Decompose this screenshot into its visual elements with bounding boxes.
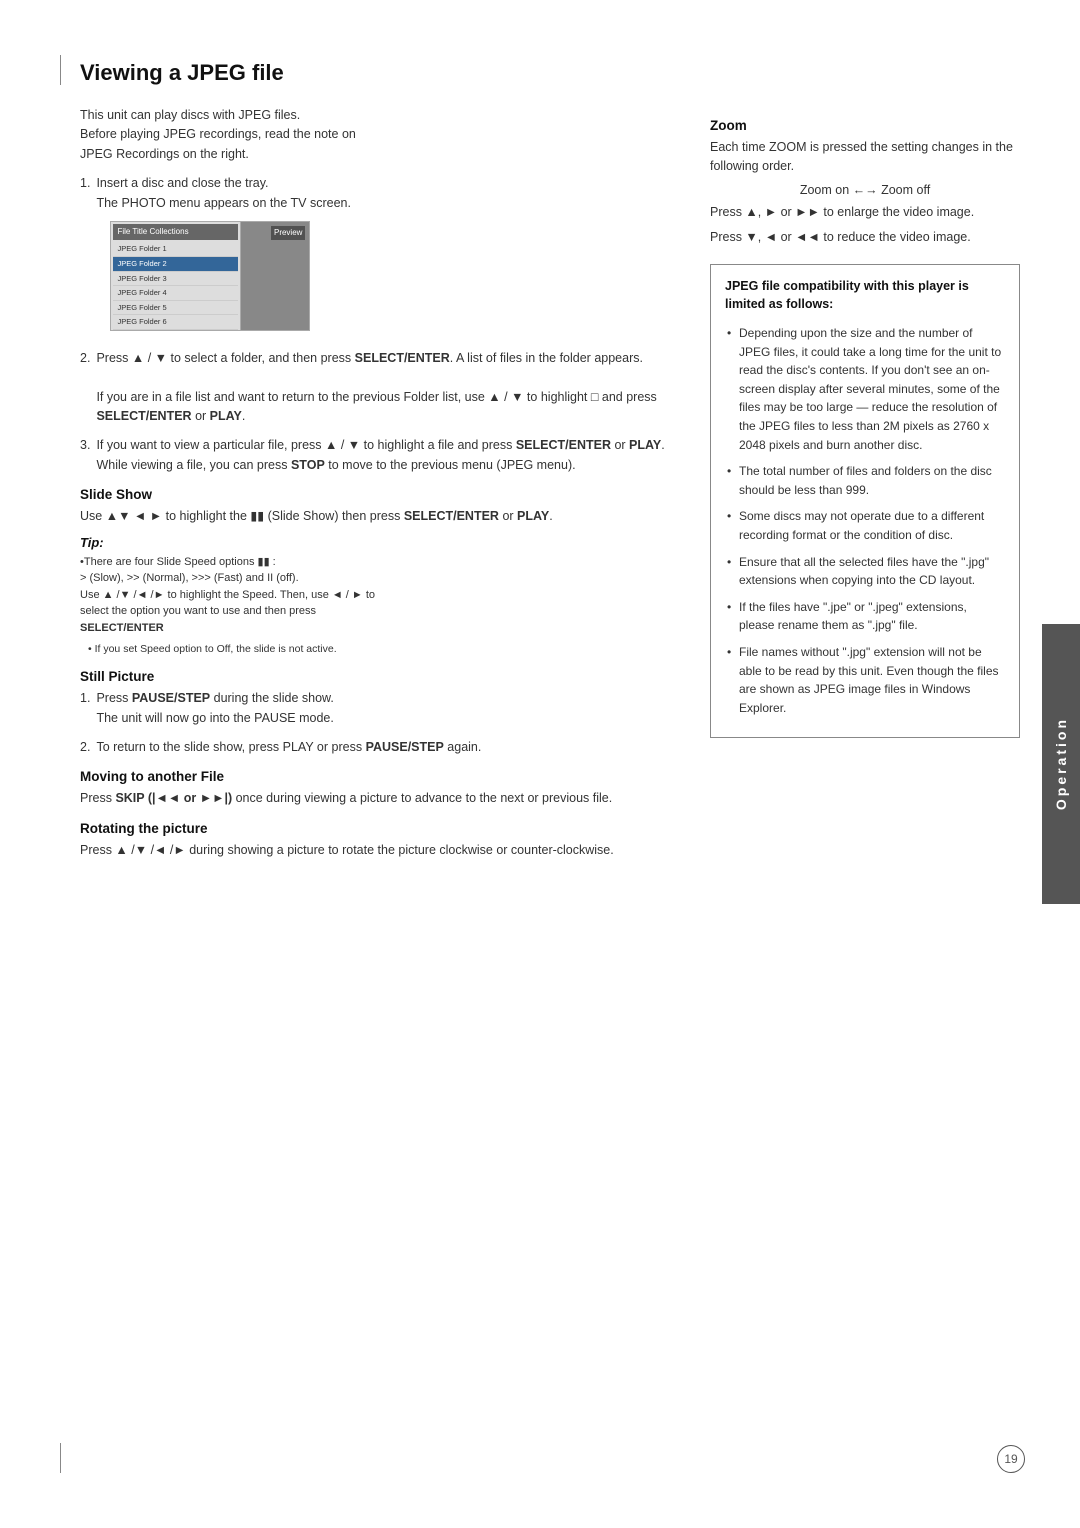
still-step-1: 1. Press PAUSE/STEP during the slide sho…: [80, 689, 674, 728]
compat-bullet-2: The total number of files and folders on…: [725, 462, 1005, 499]
zoom-press2: Press ▼, ◄ or ◄◄ to reduce the video ima…: [710, 228, 1020, 247]
step-2-num: 2.: [80, 349, 90, 427]
still-step-1-num: 1.: [80, 689, 90, 728]
screenshot-mock: File Title Collections JPEG Folder 1 JPE…: [110, 221, 310, 331]
slide-show-heading: Slide Show: [80, 487, 674, 502]
zoom-arrow-line: Zoom on ←→ Zoom off: [710, 183, 1020, 197]
screenshot-row-1: JPEG Folder 1: [113, 242, 238, 257]
compat-bullet-6: File names without ".jpg" extension will…: [725, 643, 1005, 717]
compat-bullet-list: Depending upon the size and the number o…: [725, 324, 1005, 717]
compat-box: JPEG file compatibility with this player…: [710, 264, 1020, 739]
step-2: 2. Press ▲ / ▼ to select a folder, and t…: [80, 349, 674, 427]
page-container: Operation 19 Viewing a JPEG file This un…: [0, 0, 1080, 1528]
content-area: This unit can play discs with JPEG files…: [80, 106, 1020, 866]
compat-bullet-3: Some discs may not operate due to a diff…: [725, 507, 1005, 544]
rotating-heading: Rotating the picture: [80, 821, 674, 836]
still-step-2: 2. To return to the slide show, press PL…: [80, 738, 674, 757]
tip-line1: •There are four Slide Speed options ▮▮ :: [80, 556, 276, 568]
step-3-content: If you want to view a particular file, p…: [96, 436, 674, 475]
zoom-intro: Each time ZOOM is pressed the setting ch…: [710, 138, 1020, 177]
still-step-1-content: Press PAUSE/STEP during the slide show. …: [96, 689, 674, 728]
step-1-sub: The PHOTO menu appears on the TV screen.: [96, 196, 351, 210]
right-column: Zoom Each time ZOOM is pressed the setti…: [710, 106, 1020, 866]
side-tab: Operation: [1042, 624, 1080, 904]
screenshot-row-3: JPEG Folder 3: [113, 272, 238, 287]
preview-label: Preview: [271, 226, 305, 240]
screenshot-header: File Title Collections: [113, 224, 238, 240]
zoom-press1: Press ▲, ► or ►► to enlarge the video im…: [710, 203, 1020, 222]
rotating-body: Press ▲ /▼ /◄ /► during showing a pictur…: [80, 841, 674, 860]
screenshot-row-7: JPEG Folder 7: [113, 330, 238, 331]
screenshot-row-5: JPEG Folder 5: [113, 301, 238, 316]
moving-file-body: Press SKIP (|◄◄ or ►►|) once during view…: [80, 789, 674, 808]
tip-content: •There are four Slide Speed options ▮▮ :…: [80, 554, 674, 637]
still-step-2-num: 2.: [80, 738, 90, 757]
slide-show-body: Use ▲▼ ◄ ► to highlight the ▮▮ (Slide Sh…: [80, 507, 674, 526]
intro-line2: Before playing JPEG recordings, read the…: [80, 127, 356, 141]
intro-line3: JPEG Recordings on the right.: [80, 147, 249, 161]
still-step-2-content: To return to the slide show, press PLAY …: [96, 738, 674, 757]
screenshot-row-4: JPEG Folder 4: [113, 286, 238, 301]
page-number: 19: [997, 1445, 1025, 1473]
page-title: Viewing a JPEG file: [80, 60, 1020, 86]
screenshot-row-2: JPEG Folder 2: [113, 257, 238, 272]
compat-bullet-4: Ensure that all the selected files have …: [725, 553, 1005, 590]
step-1-text: Insert a disc and close the tray.: [96, 176, 268, 190]
side-tab-label: Operation: [1053, 717, 1069, 810]
tip-select-enter: SELECT/ENTER: [80, 622, 164, 634]
screenshot-left: File Title Collections JPEG Folder 1 JPE…: [111, 222, 241, 330]
still-picture-heading: Still Picture: [80, 669, 674, 684]
step-3: 3. If you want to view a particular file…: [80, 436, 674, 475]
step-1: 1. Insert a disc and close the tray. The…: [80, 174, 674, 339]
zoom-heading: Zoom: [710, 118, 1020, 133]
compat-bullet-5: If the files have ".jpe" or ".jpeg" exte…: [725, 598, 1005, 635]
intro-line1: This unit can play discs with JPEG files…: [80, 108, 300, 122]
screenshot-row-6: JPEG Folder 6: [113, 315, 238, 330]
left-column: This unit can play discs with JPEG files…: [80, 106, 674, 866]
step-1-num: 1.: [80, 174, 90, 339]
zoom-section: Zoom Each time ZOOM is pressed the setti…: [710, 118, 1020, 248]
step-2-content: Press ▲ / ▼ to select a folder, and then…: [96, 349, 674, 427]
moving-file-heading: Moving to another File: [80, 769, 674, 784]
compat-bullet-1: Depending upon the size and the number o…: [725, 324, 1005, 454]
step-1-content: Insert a disc and close the tray. The PH…: [96, 174, 674, 339]
tip-line3: Use ▲ /▼ /◄ /► to highlight the Speed. T…: [80, 589, 375, 601]
tip-line4: select the option you want to use and th…: [80, 605, 316, 617]
screenshot-right: Preview: [241, 222, 309, 330]
compat-heading: JPEG file compatibility with this player…: [725, 277, 1005, 315]
intro-text: This unit can play discs with JPEG files…: [80, 106, 674, 164]
tip-line2: > (Slow), >> (Normal), >>> (Fast) and II…: [80, 572, 299, 584]
margin-line-top: [60, 55, 61, 85]
step-3-num: 3.: [80, 436, 90, 475]
margin-line-bottom: [60, 1443, 61, 1473]
tip-heading: Tip:: [80, 535, 674, 550]
tip-note: • If you set Speed option to Off, the sl…: [88, 642, 674, 657]
